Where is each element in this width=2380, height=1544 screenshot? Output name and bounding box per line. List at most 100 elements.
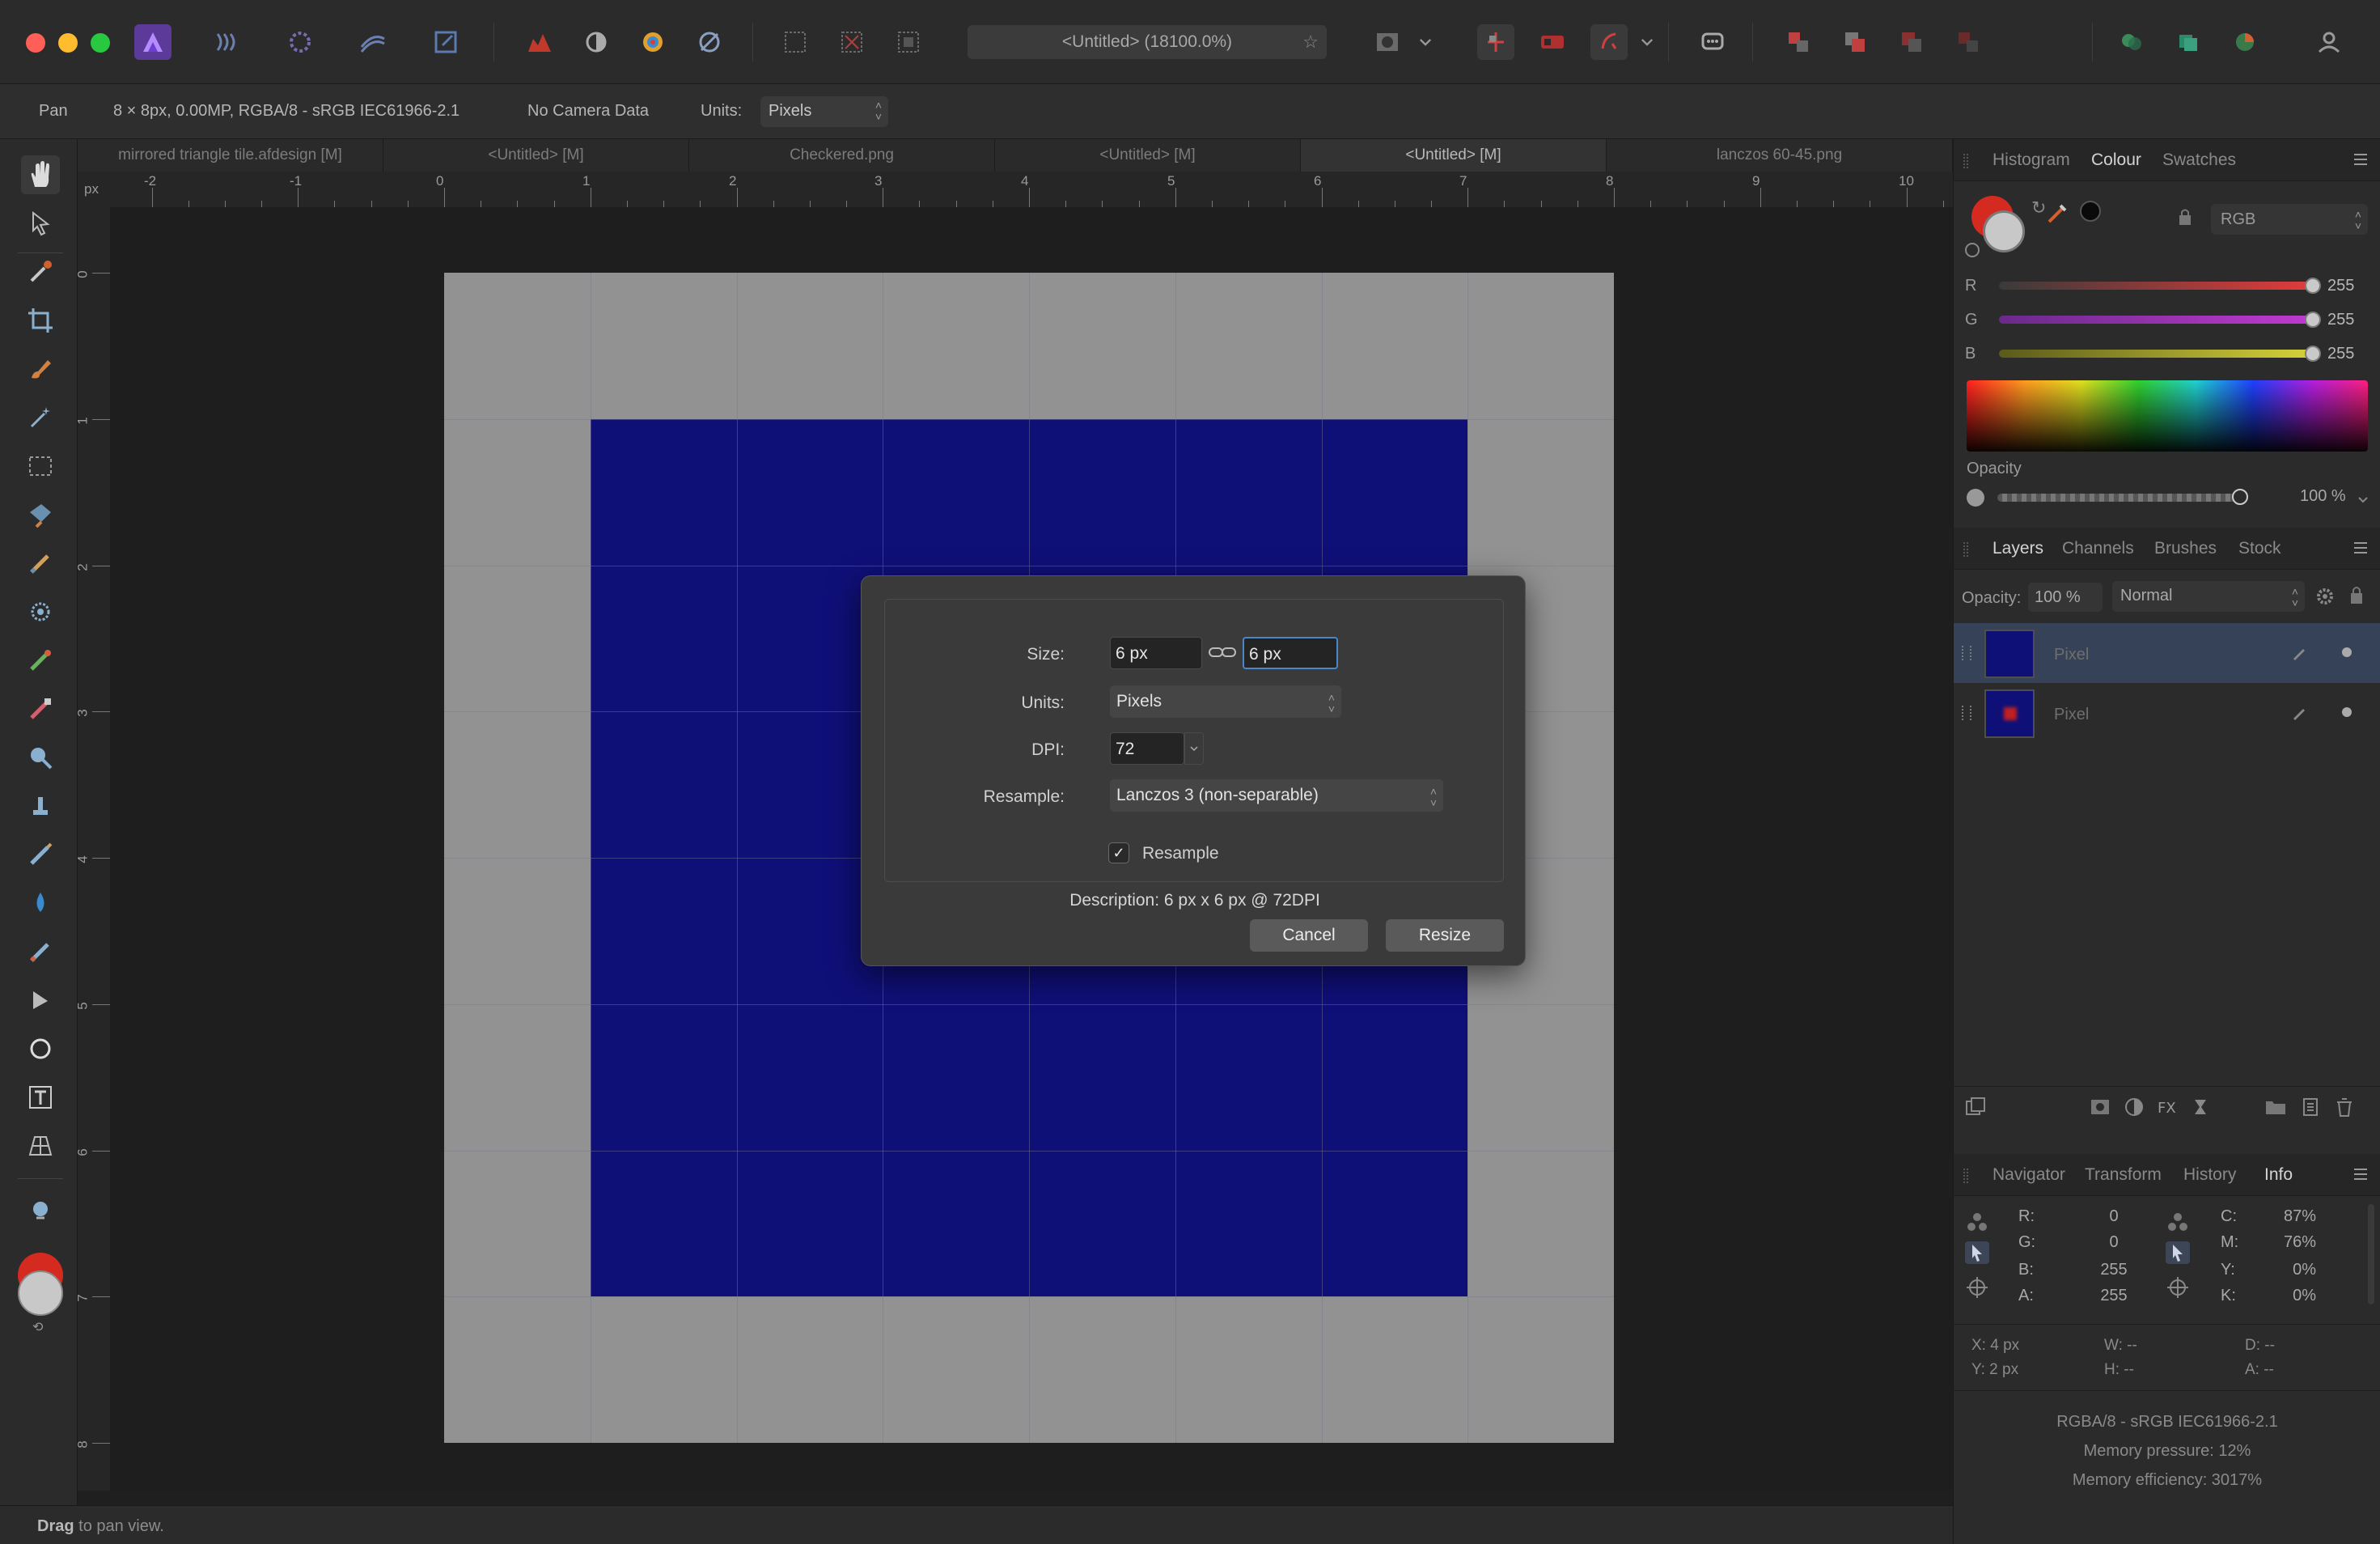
picked-colour-swatch[interactable] xyxy=(2080,201,2101,222)
studio-link-photo-icon[interactable] xyxy=(2113,24,2150,60)
background-erase-icon[interactable] xyxy=(21,932,60,971)
smudge-brush-icon[interactable] xyxy=(21,835,60,874)
resample-dropdown[interactable]: Lanczos 3 (non-separable) ˄ ˅ xyxy=(1110,779,1443,812)
units-select[interactable]: Pixels ˄ ˅ xyxy=(760,96,888,127)
flood-select-icon[interactable] xyxy=(21,398,60,437)
arrange-backward-icon[interactable] xyxy=(1836,24,1874,60)
tab-history[interactable]: History xyxy=(2183,1165,2236,1185)
document-title-field[interactable]: <Untitled> (18100.0%) ☆ xyxy=(968,25,1327,59)
add-pixel-layer-icon[interactable] xyxy=(2300,1096,2321,1118)
resize-button[interactable]: Resize xyxy=(1386,919,1504,952)
chevron-down-icon[interactable] xyxy=(2357,492,2369,505)
colour-source-icon[interactable] xyxy=(2166,1211,2190,1233)
photo-persona-icon[interactable] xyxy=(134,24,172,60)
drag-handle-icon[interactable] xyxy=(1962,646,1971,660)
mesh-warp-icon[interactable] xyxy=(21,1126,60,1165)
layer-row[interactable]: Pixel xyxy=(1954,683,2380,743)
mask-layer-icon[interactable] xyxy=(2090,1096,2111,1118)
move-tool-icon[interactable] xyxy=(21,204,60,243)
deselect-icon[interactable] xyxy=(833,24,870,60)
document-tab[interactable]: <Untitled> [M] xyxy=(383,139,689,172)
tab-transform[interactable]: Transform xyxy=(2085,1165,2162,1185)
star-icon[interactable]: ☆ xyxy=(1302,32,1319,53)
panel-menu-icon[interactable] xyxy=(2352,151,2369,168)
pencil-icon[interactable] xyxy=(2290,644,2308,662)
studio-link-designer-icon[interactable] xyxy=(2170,24,2207,60)
speech-bubble-icon[interactable] xyxy=(1694,24,1731,60)
quick-mask-icon[interactable] xyxy=(1369,24,1406,60)
pointer-icon[interactable] xyxy=(1965,1241,1989,1264)
force-pixel-alignment-icon[interactable] xyxy=(1590,24,1628,60)
document-tab[interactable]: <Untitled> [M] xyxy=(995,139,1301,172)
horizontal-ruler[interactable]: px -2 -1 0 1 2 3 4 5 6 7 8 9 10 xyxy=(78,172,1953,207)
tab-histogram[interactable]: Histogram xyxy=(1993,151,2070,170)
blur-brush-icon[interactable] xyxy=(21,884,60,923)
dpi-field[interactable]: 72 xyxy=(1110,732,1184,765)
selection-add-icon[interactable] xyxy=(777,24,814,60)
visibility-dot-icon[interactable] xyxy=(2342,647,2352,657)
chevron-down-icon[interactable] xyxy=(1636,24,1658,60)
close-window-button[interactable] xyxy=(26,33,45,53)
studio-link-publisher-icon[interactable] xyxy=(2226,24,2264,60)
blue-slider-knob[interactable] xyxy=(2305,346,2321,362)
account-icon[interactable] xyxy=(2310,24,2348,60)
panel-grip-icon[interactable] xyxy=(1963,542,1968,557)
marquee-tool-icon[interactable] xyxy=(21,447,60,486)
trash-icon[interactable] xyxy=(2334,1096,2355,1118)
blue-slider[interactable]: B 255 xyxy=(1965,341,2369,366)
drag-handle-icon[interactable] xyxy=(1962,706,1971,720)
pencil-icon[interactable] xyxy=(2290,704,2308,722)
swap-colours-icon[interactable]: ⟲ xyxy=(32,1319,43,1335)
add-group-icon[interactable] xyxy=(2264,1096,2287,1118)
arrange-back-icon[interactable] xyxy=(1780,24,1817,60)
cancel-button[interactable]: Cancel xyxy=(1250,919,1368,952)
selection-brush-icon[interactable] xyxy=(21,495,60,534)
dpi-dropdown-button[interactable] xyxy=(1184,732,1204,765)
panel-grip-icon[interactable] xyxy=(1963,1169,1968,1183)
live-filter-icon[interactable] xyxy=(2190,1096,2211,1118)
vertical-ruler[interactable]: 0 1 2 3 4 5 6 7 8 xyxy=(75,207,110,1491)
healing-brush-icon[interactable] xyxy=(21,641,60,680)
liquify-persona-icon[interactable] xyxy=(209,24,246,60)
crosshair-icon[interactable] xyxy=(2166,1275,2190,1300)
red-slider[interactable]: R 255 xyxy=(1965,274,2369,298)
document-tab[interactable]: mirrored triangle tile.afdesign [M] xyxy=(78,139,383,172)
clone-tool-icon[interactable] xyxy=(21,787,60,825)
levels-icon[interactable] xyxy=(521,24,558,60)
tab-channels[interactable]: Channels xyxy=(2062,539,2134,558)
colour-source-icon[interactable] xyxy=(1965,1211,1989,1233)
hand-tool-icon[interactable] xyxy=(21,155,60,194)
panel-menu-icon[interactable] xyxy=(2352,539,2369,557)
develop-persona-icon[interactable] xyxy=(282,24,319,60)
no-colour-icon[interactable] xyxy=(1965,243,1980,257)
layer-row-selected[interactable]: Pixel xyxy=(1954,623,2380,683)
tab-navigator[interactable]: Navigator xyxy=(1993,1165,2065,1185)
text-tool-icon[interactable] xyxy=(21,1078,60,1117)
colour-picker-icon[interactable] xyxy=(21,252,60,291)
arrange-forward-icon[interactable] xyxy=(1893,24,1930,60)
arrange-front-icon[interactable] xyxy=(1950,24,1987,60)
gear-icon[interactable] xyxy=(2314,586,2336,607)
tab-info[interactable]: Info xyxy=(2264,1165,2293,1185)
export-persona-icon[interactable] xyxy=(427,24,464,60)
stroke-colour-well[interactable] xyxy=(1983,210,2025,252)
units-dropdown[interactable]: Pixels ˄ ˅ xyxy=(1110,685,1341,718)
crop-tool-icon[interactable] xyxy=(21,301,60,340)
lock-icon[interactable] xyxy=(2348,584,2365,605)
fx-icon[interactable]: FX xyxy=(2156,1096,2179,1118)
panel-grip-icon[interactable] xyxy=(1963,154,1968,168)
snapping-icon[interactable] xyxy=(1477,24,1514,60)
document-tab[interactable]: Checkered.png xyxy=(689,139,995,172)
chevron-down-icon[interactable] xyxy=(1414,24,1437,60)
auto-colour-icon[interactable] xyxy=(634,24,671,60)
layer-name[interactable]: Pixel xyxy=(2054,706,2089,724)
invert-selection-icon[interactable] xyxy=(890,24,927,60)
height-field[interactable]: 6 px xyxy=(1243,637,1338,669)
green-slider-track[interactable] xyxy=(1999,316,2313,324)
tab-colour[interactable]: Colour xyxy=(2091,151,2141,170)
pixel-brush-icon[interactable] xyxy=(21,544,60,583)
eyedropper-icon[interactable] xyxy=(2044,199,2072,227)
tab-stock[interactable]: Stock xyxy=(2238,539,2281,558)
tone-mapping-persona-icon[interactable] xyxy=(354,24,392,60)
zoom-tool-icon[interactable] xyxy=(21,738,60,777)
